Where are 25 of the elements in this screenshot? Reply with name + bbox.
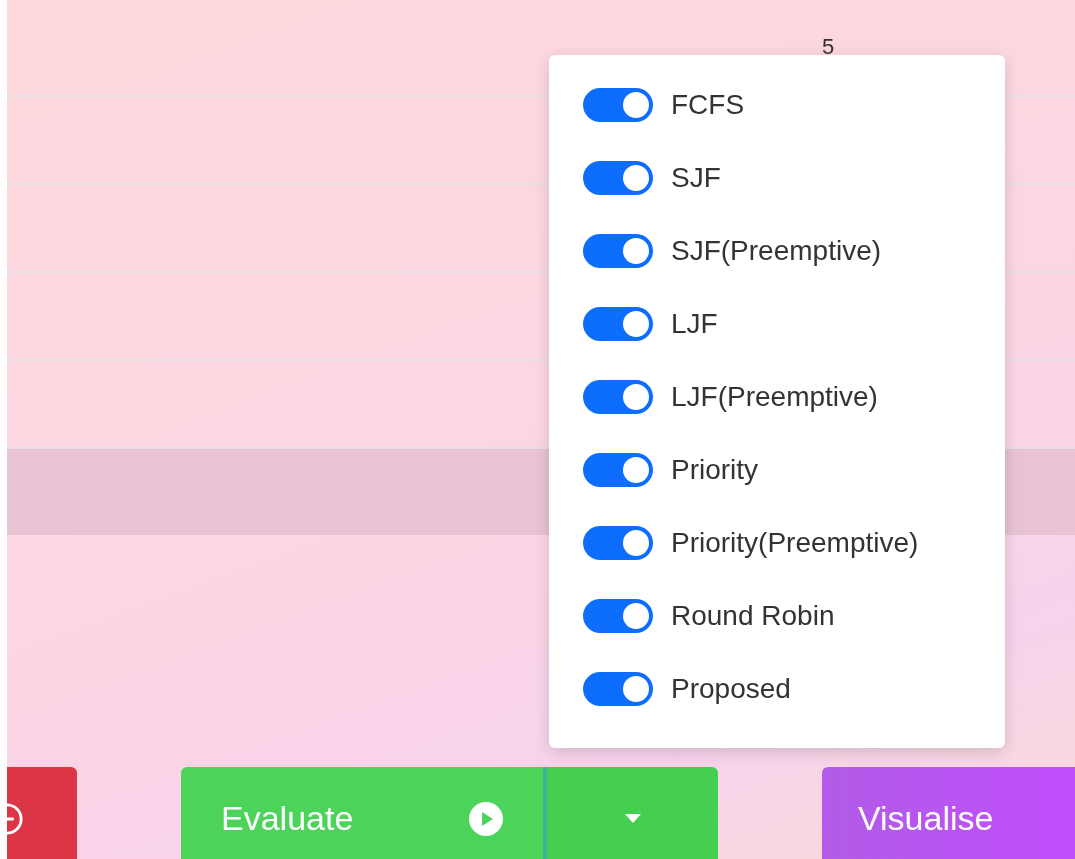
caret-down-icon bbox=[624, 814, 641, 823]
visualise-button[interactable]: Visualise bbox=[822, 767, 1075, 859]
toggle-label: Proposed bbox=[671, 672, 791, 706]
toggle-switch[interactable] bbox=[583, 526, 653, 560]
toggle-label: Round Robin bbox=[671, 599, 835, 633]
dropdown-toggle-button[interactable] bbox=[543, 767, 718, 859]
toggle-label: LJF bbox=[671, 307, 718, 341]
toggle-label: SJF(Preemptive) bbox=[671, 234, 882, 268]
toggle-label: Priority(Preemptive) bbox=[671, 526, 919, 560]
toggle-label: FCFS bbox=[671, 88, 745, 122]
toggle-switch[interactable] bbox=[583, 380, 653, 414]
toggle-switch[interactable] bbox=[583, 672, 653, 706]
toggle-label: SJF bbox=[671, 161, 721, 195]
play-icon bbox=[469, 801, 503, 836]
toggle-label: Priority bbox=[671, 453, 759, 487]
toggle-label: LJF(Preemptive) bbox=[671, 380, 878, 414]
toggle-switch[interactable] bbox=[583, 307, 653, 341]
remove-button[interactable] bbox=[7, 767, 77, 859]
toggle-switch[interactable] bbox=[583, 599, 653, 633]
toggle-switch[interactable] bbox=[583, 453, 653, 487]
evaluate-button[interactable]: Evaluate bbox=[181, 767, 543, 859]
toggle-switch[interactable] bbox=[583, 88, 653, 122]
toggle-switch[interactable] bbox=[583, 234, 653, 268]
table-cell-text: 5 bbox=[822, 33, 835, 54]
toggle-switch[interactable] bbox=[583, 161, 653, 195]
